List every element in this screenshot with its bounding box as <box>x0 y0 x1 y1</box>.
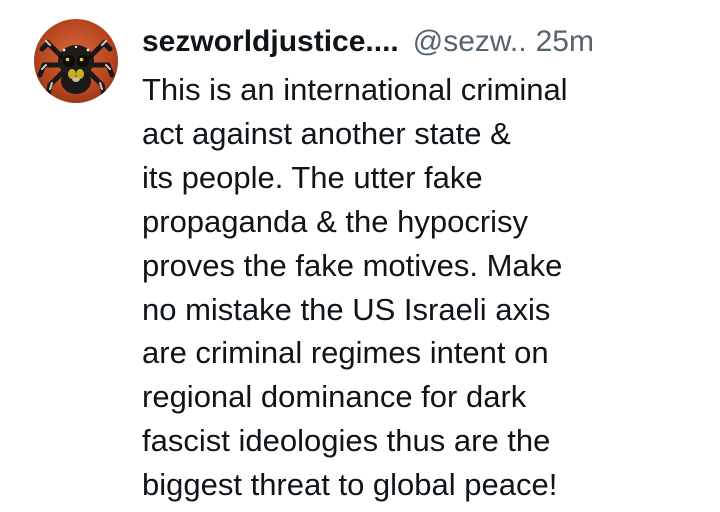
post-header: sezworldjustice.... @sezw.. 25m <box>142 22 700 62</box>
user-handle[interactable]: @sezw.. <box>413 22 527 62</box>
jumping-spider-avatar-icon <box>34 19 118 103</box>
post-body: This is an international criminal act ag… <box>142 72 568 503</box>
post-timestamp[interactable]: 25m <box>536 22 594 62</box>
display-name[interactable]: sezworldjustice.... <box>142 22 399 62</box>
social-post: sezworldjustice.... @sezw.. 25m This is … <box>0 0 720 512</box>
avatar[interactable] <box>34 19 118 103</box>
